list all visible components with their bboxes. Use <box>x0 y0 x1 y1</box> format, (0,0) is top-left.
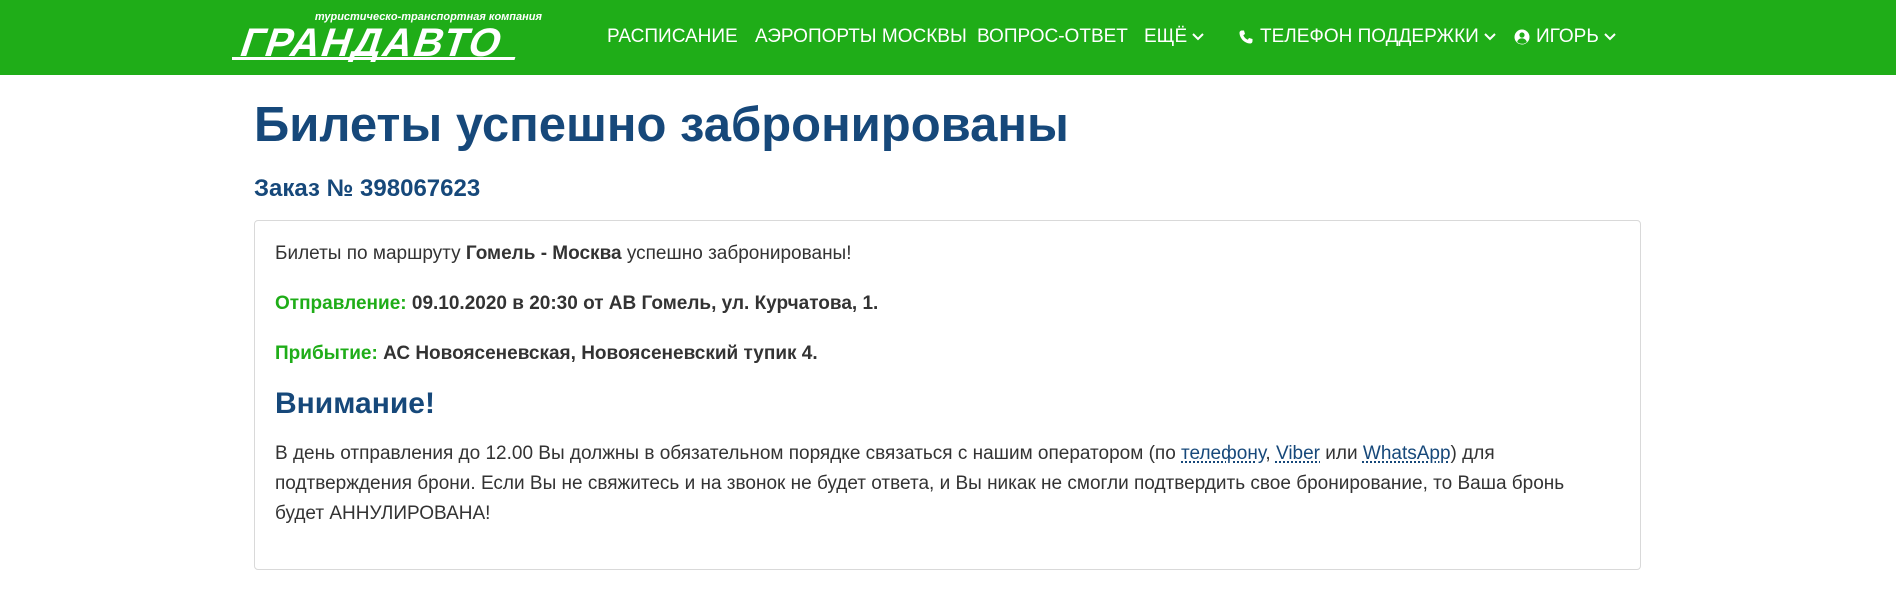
whatsapp-link[interactable]: WhatsApp <box>1363 443 1451 464</box>
nav-support-phone-dropdown[interactable]: ТЕЛЕФОН ПОДДЕРЖКИ <box>1238 24 1497 50</box>
grandavto-logo[interactable]: туристическо-транспортная компания ГРАНД… <box>214 6 548 65</box>
nav-schedule-label: РАСПИСАНИЕ <box>607 26 738 47</box>
chevron-down-icon <box>1484 33 1496 41</box>
departure-line: Отправление: 09.10.2020 в 20:30 от АВ Го… <box>275 293 878 315</box>
nav-moscow-airports-label: АЭРОПОРТЫ МОСКВЫ <box>755 26 967 47</box>
logo-underline <box>214 57 516 60</box>
warning-text-part-1: В день отправления до 12.00 Вы должны в … <box>275 443 1176 464</box>
order-number: Заказ № 398067623 <box>254 175 481 202</box>
route-prefix: Билеты по маршруту <box>275 243 461 264</box>
nav-more-dropdown[interactable]: ЕЩЁ <box>1144 24 1205 50</box>
arrival-line: Прибытие: АС Новоясеневская, Новоясеневс… <box>275 343 818 365</box>
phone-icon <box>1239 30 1253 44</box>
viber-link[interactable]: Viber <box>1276 443 1320 464</box>
route-suffix: успешно забронированы! <box>626 243 852 264</box>
nav-faq-label: ВОПРОС-ОТВЕТ <box>977 26 1128 47</box>
nav-user-dropdown[interactable]: ИГОРЬ <box>1514 24 1617 50</box>
nav-user-label: ИГОРЬ <box>1536 26 1599 47</box>
departure-label: Отправление: <box>275 293 407 314</box>
arrival-value: АС Новоясеневская, Новоясеневский тупик … <box>383 343 818 364</box>
nav-more-label: ЕЩЁ <box>1144 26 1188 47</box>
top-navbar: туристическо-транспортная компания ГРАНД… <box>0 0 1896 75</box>
nav-schedule[interactable]: РАСПИСАНИЕ <box>607 24 738 50</box>
route-line: Билеты по маршруту Гомель - Москва успеш… <box>275 243 852 265</box>
chevron-down-icon <box>1192 33 1204 41</box>
chevron-down-icon <box>1604 33 1616 41</box>
booking-details-panel: Билеты по маршруту Гомель - Москва успеш… <box>254 220 1641 570</box>
user-circle-icon <box>1514 29 1530 45</box>
logo-brand: ГРАНДАВТО <box>235 20 510 62</box>
phone-link[interactable]: телефону <box>1181 443 1265 464</box>
route-name: Гомель - Москва <box>465 243 622 264</box>
nav-moscow-airports[interactable]: АЭРОПОРТЫ МОСКВЫ <box>755 24 967 50</box>
departure-value: 09.10.2020 в 20:30 от АВ Гомель, ул. Кур… <box>411 293 879 314</box>
arrival-label: Прибытие: <box>275 343 378 364</box>
logo-graphic: туристическо-транспортная компания ГРАНД… <box>214 11 543 65</box>
nav-support-phone-label: ТЕЛЕФОН ПОДДЕРЖКИ <box>1260 26 1479 47</box>
or-word: или <box>1325 443 1358 464</box>
warning-text: В день отправления до 12.00 Вы должны в … <box>275 439 1605 529</box>
comma-separator: , <box>1265 443 1271 464</box>
page-title: Билеты успешно забронированы <box>254 98 1069 152</box>
nav-faq[interactable]: ВОПРОС-ОТВЕТ <box>977 24 1128 50</box>
warning-title: Внимание! <box>275 387 435 420</box>
